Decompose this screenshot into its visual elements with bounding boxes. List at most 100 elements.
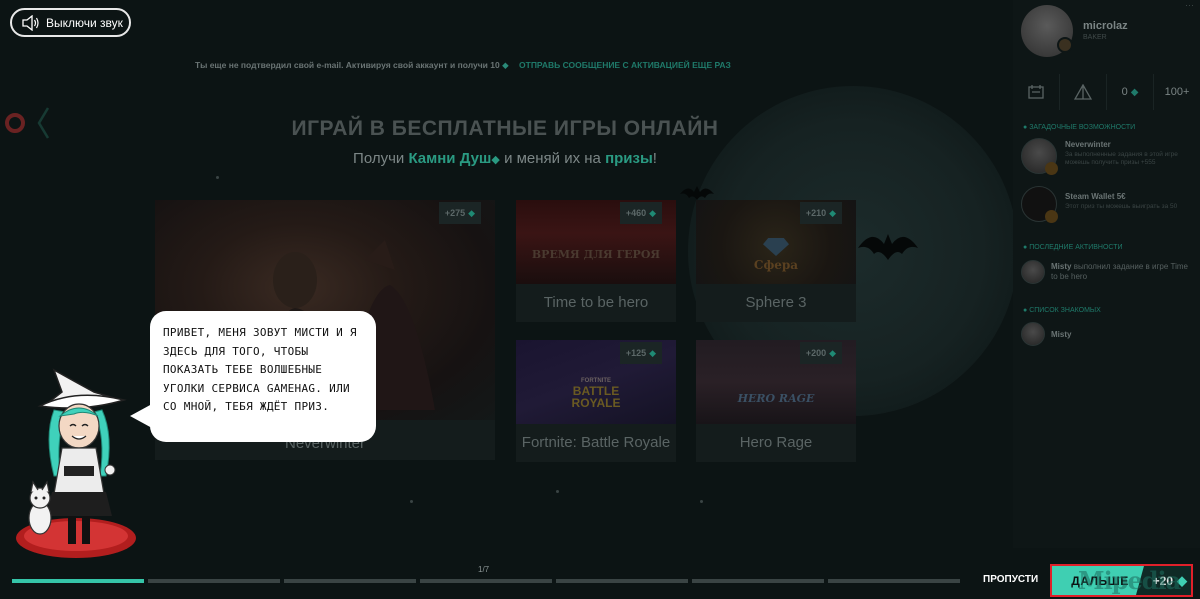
game-card-sphere-3[interactable]: Сфера +210 ◆ Sphere 3	[696, 200, 856, 322]
right-sidebar: microlaz BAKER ··· 0 ◆ 100+ ● Загадочные…	[1013, 0, 1200, 548]
game-points-badge: +275 ◆	[439, 202, 481, 224]
game-title: Time to be hero	[543, 294, 649, 311]
star-decoration	[700, 500, 703, 503]
progress-segment	[12, 579, 144, 583]
game-logo-text: Сфера	[753, 258, 799, 272]
star-decoration	[410, 500, 413, 503]
page-subtitle: Получи Камни Душ◆ и меняй их на призы!	[0, 150, 1010, 167]
subtitle-middle: и меняй их на	[504, 150, 601, 167]
points-value: +275	[444, 208, 466, 218]
soul-gems-link[interactable]: Камни Душ	[408, 150, 491, 167]
activity-description: выполнил задание в игре Time to be hero	[1051, 262, 1188, 281]
game-avatar	[1021, 138, 1058, 175]
game-card-time-to-be-hero[interactable]: ВРЕМЯ ДЛЯ ГЕРОЯ +460 ◆ Time to be hero	[516, 200, 676, 322]
recommended-item-neverwinter[interactable]: Neverwinter За выполненные задания в это…	[1021, 138, 1196, 180]
soul-gem-icon: ◆	[502, 60, 509, 70]
recommended-item-desc: За выполненные задания в этой игре можеш…	[1065, 151, 1178, 166]
game-title: Hero Rage	[739, 434, 813, 451]
recommended-section-title: ● Загадочные возможности	[1023, 124, 1135, 131]
next-step-label: ДАЛЬШЕ	[1071, 573, 1129, 588]
misty-mascot-illustration	[16, 368, 136, 558]
reward-dot-icon	[1045, 210, 1058, 223]
next-step-button[interactable]: ДАЛЬШЕ +20 ◆	[1050, 564, 1193, 597]
tutorial-progress-bar	[12, 579, 960, 583]
user-icon: ●	[1023, 307, 1028, 314]
star-decoration	[556, 490, 559, 493]
activity-user-avatar	[1021, 260, 1045, 284]
recommended-item-title: Steam Wallet 5€	[1065, 192, 1126, 201]
game-logo-text: HERO RAGE	[737, 392, 815, 405]
gems-count: 0	[1121, 86, 1128, 98]
notifications-count: 100+	[1164, 86, 1190, 98]
progress-segment	[284, 579, 416, 583]
page-title: ИГРАЙ В БЕСПЛАТНЫЕ ИГРЫ ОНЛАЙН	[291, 117, 719, 140]
progress-segment	[420, 579, 552, 583]
soul-gem-icon: ◆	[1130, 86, 1139, 98]
game-points-badge: +210 ◆	[800, 202, 842, 224]
user-level-badge-icon	[1057, 37, 1073, 53]
activity-section-title: ● Последние активности	[1023, 244, 1123, 251]
progress-segment	[692, 579, 824, 583]
mute-sound-label: Выключи звук	[46, 15, 123, 30]
username[interactable]: microlaz	[1083, 20, 1128, 32]
stat-gems[interactable]: 0 ◆	[1107, 74, 1154, 110]
speech-bubble-tail	[130, 404, 152, 428]
activity-title-text: Последние активности	[1029, 244, 1123, 251]
game-title: Fortnite: Battle Royale	[521, 434, 671, 451]
resend-activation-link[interactable]: Отправь сообщение с активацией еще раз	[519, 60, 731, 70]
star-decoration	[216, 176, 219, 179]
friend-avatar	[1021, 322, 1045, 346]
points-value: +210	[805, 208, 827, 218]
friend-name: Misty	[1051, 330, 1072, 339]
soul-gem-icon: ◆	[1177, 572, 1187, 588]
progress-segment	[828, 579, 960, 583]
friend-item[interactable]: Misty	[1021, 322, 1196, 348]
clock-icon: ●	[1023, 244, 1028, 251]
game-points-badge: +125 ◆	[620, 342, 662, 364]
points-value: +460	[625, 208, 647, 218]
user-stats-row: 0 ◆ 100+	[1013, 74, 1200, 110]
skip-tutorial-button[interactable]: ПРОПУСТИ	[983, 574, 1038, 585]
next-step-reward: +20 ◆	[1136, 566, 1191, 595]
mute-sound-button[interactable]: Выключи звук	[10, 8, 131, 37]
soul-gem-icon: ◆	[829, 207, 837, 218]
subtitle-prefix: Получи	[353, 150, 405, 167]
recommended-item-desc: Этот приз ты можешь выиграть за 50	[1065, 203, 1178, 210]
stat-achievements[interactable]	[1060, 74, 1107, 110]
friends-title-text: Список знакомых	[1029, 307, 1101, 314]
email-notice-text: Ты еще не подтвердил свой e-mail. Активи…	[195, 60, 500, 70]
soul-gem-icon: ◆	[649, 347, 657, 358]
activity-text: Misty выполнил задание в игре Time to be…	[1051, 262, 1191, 282]
points-value: +200	[805, 348, 827, 358]
more-options-icon[interactable]: ···	[1185, 0, 1194, 10]
prizes-link[interactable]: призы	[605, 150, 653, 167]
recommended-item-title: Neverwinter	[1065, 140, 1111, 149]
soul-gem-icon: ◆	[468, 207, 476, 218]
activity-user[interactable]: Misty	[1051, 262, 1071, 271]
speaker-icon	[22, 14, 39, 31]
subtitle-suffix: !	[652, 150, 657, 167]
game-logo-text: ВРЕМЯ ДЛЯ ГЕРОЯ	[531, 248, 661, 261]
progress-segment	[148, 579, 280, 583]
user-level: BAKER	[1083, 34, 1107, 41]
friends-section-title: ● Список знакомых	[1023, 307, 1101, 314]
tutorial-page-indicator: 1/7	[478, 565, 490, 574]
prize-avatar	[1021, 186, 1058, 223]
activity-item[interactable]: Misty выполнил задание в игре Time to be…	[1021, 260, 1196, 286]
game-title: Sphere 3	[745, 294, 807, 311]
game-card-fortnite[interactable]: FORTNITE BATTLE ROYALE +125 ◆ Fortnite: B…	[516, 340, 676, 462]
bat-decoration	[858, 234, 918, 260]
game-card-hero-rage[interactable]: HERO RAGE +200 ◆ Hero Rage	[696, 340, 856, 462]
stat-notifications[interactable]: 100+	[1154, 74, 1200, 110]
reward-dot-icon	[1045, 162, 1058, 175]
soul-gem-icon: ◆	[829, 347, 837, 358]
game-points-badge: +200 ◆	[800, 342, 842, 364]
recommended-title-text: Загадочные возможности	[1029, 124, 1136, 131]
tutorial-speech-bubble: Привет, меня зовут Мисти и я здесь для т…	[150, 311, 376, 442]
recommended-item-steam-wallet[interactable]: Steam Wallet 5€ Этот приз ты можешь выиг…	[1021, 186, 1196, 228]
game-points-badge: +460 ◆	[620, 202, 662, 224]
lightbulb-icon: ●	[1023, 124, 1028, 131]
game-logo-text: BATTLE ROYALE	[571, 384, 621, 410]
stat-tasks[interactable]	[1013, 74, 1060, 110]
tasks-icon	[1028, 85, 1044, 99]
